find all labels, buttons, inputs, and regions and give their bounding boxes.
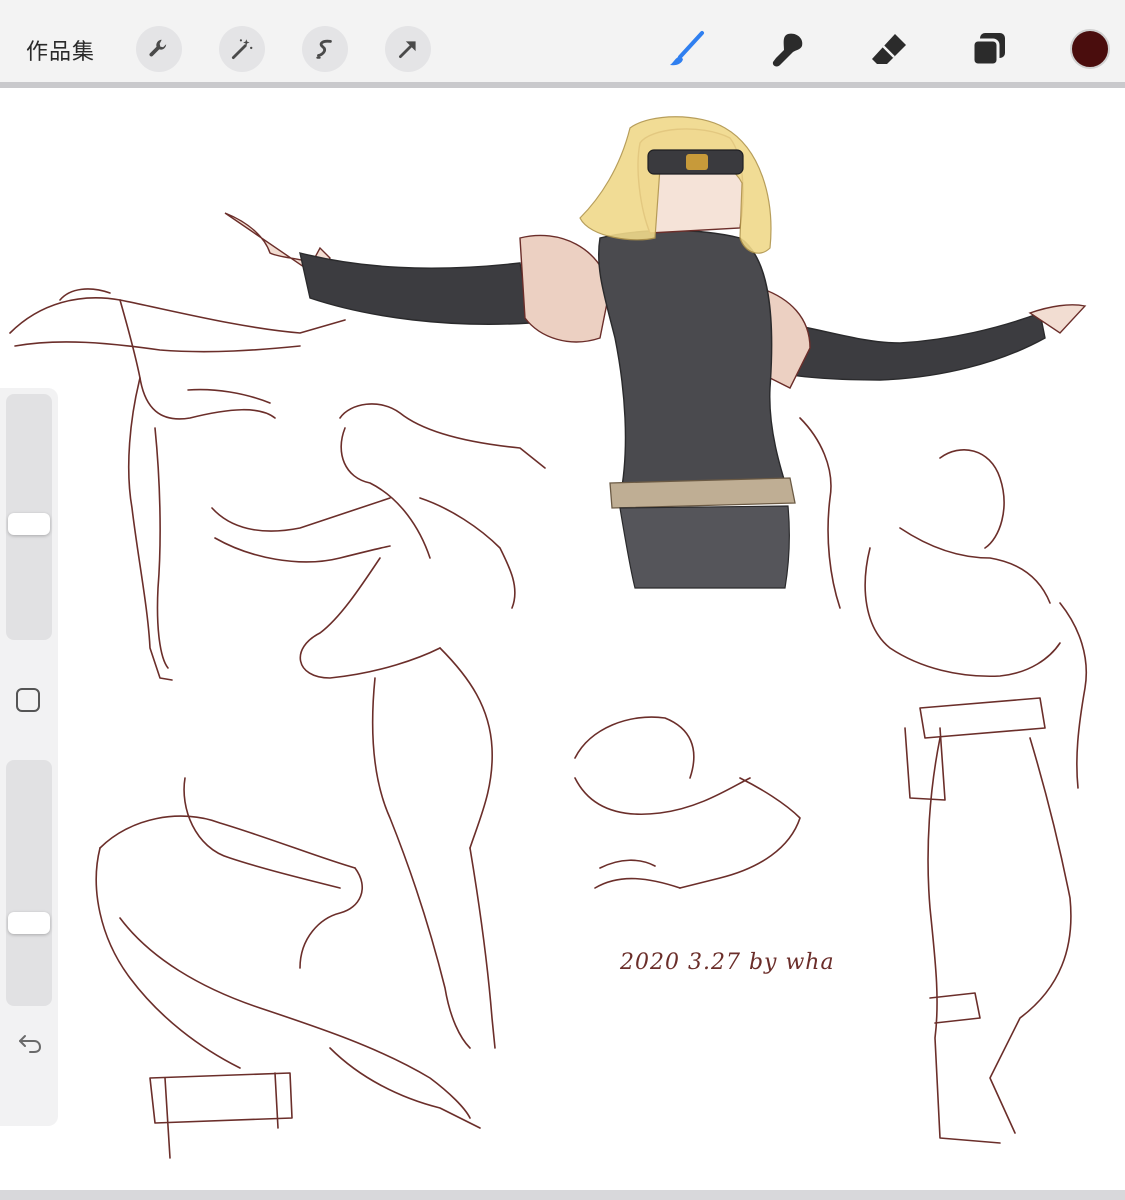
gallery-button[interactable]: 作品集: [26, 34, 95, 66]
opacity-slider[interactable]: [6, 760, 52, 1006]
artwork: [9, 116, 1088, 1159]
drawing-canvas[interactable]: 2020 3.27 by wha: [0, 88, 1125, 1190]
sketch-kicking-figure: [9, 288, 346, 681]
transform-arrow-icon[interactable]: [385, 26, 431, 72]
undo-icon[interactable]: [16, 1028, 44, 1056]
layers-icon[interactable]: [968, 28, 1010, 70]
magic-wand-icon-glyph: [231, 39, 253, 60]
brush-size-handle[interactable]: [8, 513, 50, 535]
brush-size-slider[interactable]: [6, 394, 52, 640]
signature-text: 2020 3.27 by wha: [620, 950, 835, 975]
brush-icon[interactable]: [666, 28, 708, 70]
undo-icon-glyph: [19, 1035, 42, 1053]
opacity-handle[interactable]: [8, 912, 50, 934]
color-swatch[interactable]: [1070, 29, 1110, 69]
selection-icon-glyph: [316, 39, 332, 59]
layers-icon-glyph: [971, 33, 1005, 67]
top-toolbar: 作品集: [0, 0, 1125, 88]
smudge-icon[interactable]: [766, 28, 808, 70]
sketch-twisting-figure: [211, 403, 546, 1049]
smudge-icon-glyph: [772, 33, 803, 67]
transform-arrow-icon-glyph: [399, 41, 416, 58]
sketch-arm-study: [574, 716, 801, 889]
bottom-edge: [0, 1190, 1125, 1200]
eraser-icon-glyph: [872, 34, 906, 64]
wrench-icon[interactable]: [136, 26, 182, 72]
selection-icon[interactable]: [302, 26, 348, 72]
square-modifier-icon[interactable]: [16, 688, 40, 712]
brush-icon-glyph: [670, 31, 704, 66]
eraser-icon[interactable]: [868, 28, 910, 70]
sketch-crouching-figure: [95, 777, 481, 1159]
left-sidebar: [0, 388, 58, 1126]
wrench-icon-glyph: [149, 39, 167, 57]
sketch-standing-figure: [799, 417, 1088, 1144]
colored-arms-out-figure: [224, 116, 1087, 589]
artist-signature: 2020 3.27 by wha: [620, 950, 835, 975]
magic-wand-icon[interactable]: [219, 26, 265, 72]
